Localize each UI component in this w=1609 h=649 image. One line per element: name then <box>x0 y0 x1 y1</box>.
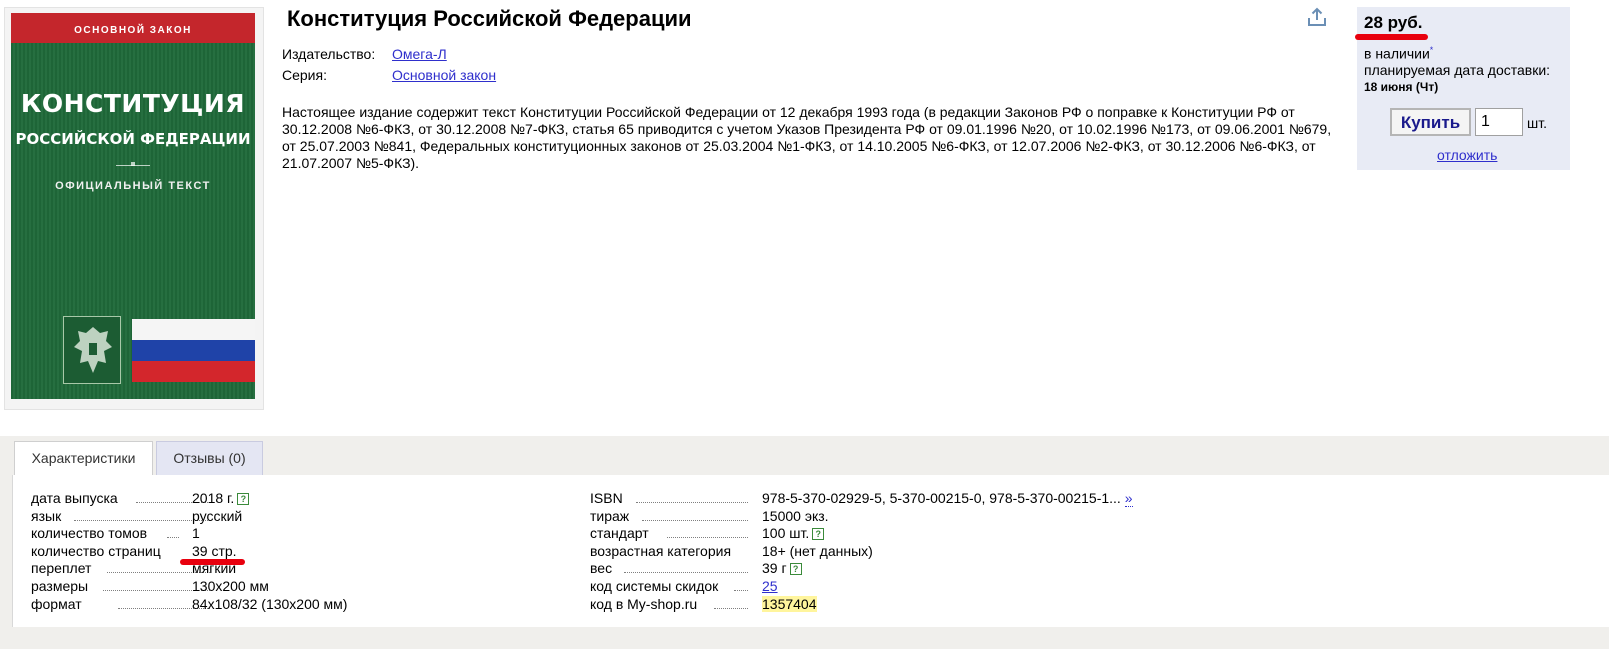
spec-label: формат <box>31 596 82 612</box>
defer-link[interactable]: отложить <box>1437 147 1497 163</box>
delivery-label: планируемая дата доставки: <box>1364 62 1551 78</box>
cover-subtitle: РОССИЙСКОЙ ФЕДЕРАЦИИ <box>15 130 251 148</box>
book-cover-image[interactable]: ОСНОВНОЙ ЗАКОН КОНСТИТУЦИЯ РОССИЙСКОЙ ФЕ… <box>11 13 255 399</box>
tab-reviews[interactable]: Отзывы (0) <box>156 441 263 476</box>
buy-box: 28 руб. в наличии* планируемая дата дост… <box>1355 7 1570 170</box>
spec-row-volumes: количество томов 1 <box>31 525 361 542</box>
spec-value: 25 <box>762 578 778 595</box>
spec-value: 39 стр. <box>192 543 237 559</box>
spec-row-language: язык русский <box>31 508 361 525</box>
spec-row-dimensions: размеры 130x200 мм <box>31 578 361 595</box>
spec-row-weight: вес 39 г? <box>590 560 1150 577</box>
spec-dots <box>74 520 210 521</box>
delivery-date: 18 июня (Чт) <box>1364 80 1439 94</box>
help-icon[interactable]: ? <box>237 493 250 505</box>
cover-official-text: ОФИЦИАЛЬНЫЙ ТЕКСТ <box>55 180 211 192</box>
cover-divider-dot <box>131 162 135 166</box>
spec-label: язык <box>31 508 62 524</box>
spec-label: код в My-shop.ru <box>590 596 698 612</box>
spec-label: возрастная категория <box>590 543 732 559</box>
spec-row-format: формат 84x108/32 (130x200 мм) <box>31 596 361 613</box>
spec-value: 1357404 <box>762 596 817 613</box>
publisher-label: Издательство: <box>282 46 376 62</box>
spec-row-shop-code: код в My-shop.ru 1357404 <box>590 596 1150 613</box>
spec-row-pages: количество страниц 39 стр. <box>31 543 361 560</box>
spec-value: 1 <box>192 525 200 541</box>
series-link[interactable]: Основной закон <box>392 67 496 83</box>
buy-button[interactable]: Купить <box>1390 108 1471 136</box>
availability-status: в наличии* <box>1364 45 1433 62</box>
spec-value: 978-5-370-02929-5, 5-370-00215-0, 978-5-… <box>762 490 1133 507</box>
spec-dots <box>636 502 748 503</box>
spec-label: код системы скидок <box>590 578 719 594</box>
spec-value: 84x108/32 (130x200 мм) <box>192 596 348 612</box>
discount-code-link[interactable]: 25 <box>762 578 778 594</box>
share-icon[interactable] <box>1306 6 1328 28</box>
spec-value: 2018 г.? <box>192 490 250 507</box>
spec-row-print-run: тираж 15000 экз. <box>590 508 1150 525</box>
coat-of-arms-icon <box>63 316 121 384</box>
spec-value: 39 г? <box>762 560 802 577</box>
spec-label: размеры <box>31 578 89 594</box>
spec-value: 100 шт.? <box>762 525 825 542</box>
spec-label: стандарт <box>590 525 649 541</box>
spec-label: количество страниц <box>31 543 161 559</box>
publisher-link[interactable]: Омега-Л <box>392 46 447 62</box>
spec-label: переплет <box>31 560 92 576</box>
spec-dots <box>714 608 748 609</box>
spec-row-discount-code: код системы скидок 25 <box>590 578 1150 595</box>
price: 28 руб. <box>1364 13 1423 32</box>
help-icon[interactable]: ? <box>789 563 802 575</box>
series-row: Серия: Основной закон <box>282 67 496 83</box>
availability-text: в наличии <box>1364 45 1430 62</box>
isbn-more-link[interactable]: » <box>1124 490 1133 507</box>
book-description: Настоящее издание содержит текст Констит… <box>282 104 1332 171</box>
spec-dots <box>642 520 748 521</box>
quantity-input[interactable] <box>1475 108 1523 136</box>
pages-annotation-underline <box>180 559 245 565</box>
spec-dots <box>734 590 748 591</box>
spec-dots <box>667 537 748 538</box>
spec-row-release-date: дата выпуска 2018 г.? <box>31 490 361 507</box>
spec-label: ISBN <box>590 490 623 506</box>
spec-label: вес <box>590 560 613 576</box>
help-icon[interactable]: ? <box>812 528 825 540</box>
availability-footnote-mark[interactable]: * <box>1430 45 1434 55</box>
spec-value: 130x200 мм <box>192 578 269 594</box>
price-annotation-underline <box>1355 34 1428 40</box>
spec-value: русский <box>192 508 243 524</box>
spec-row-standard: стандарт 100 шт.? <box>590 525 1150 542</box>
quantity-unit: шт. <box>1527 115 1547 131</box>
shop-code-value: 1357404 <box>762 596 817 612</box>
spec-value: 15000 экз. <box>762 508 829 524</box>
spec-row-age-category: возрастная категория 18+ (нет данных) <box>590 543 1150 560</box>
russian-flag-icon <box>132 319 255 382</box>
spec-label: дата выпуска <box>31 490 118 506</box>
publisher-row: Издательство: Омега-Л <box>282 46 447 62</box>
spec-dots <box>624 572 748 573</box>
cover-title: КОНСТИТУЦИЯ <box>20 89 246 118</box>
spec-row-isbn: ISBN 978-5-370-02929-5, 5-370-00215-0, 9… <box>590 490 1150 507</box>
cover-top-band: ОСНОВНОЙ ЗАКОН <box>11 13 255 43</box>
spec-dots <box>167 537 179 538</box>
spec-label: количество томов <box>31 525 148 541</box>
tab-characteristics[interactable]: Характеристики <box>14 441 153 476</box>
spec-value: 18+ (нет данных) <box>762 543 873 559</box>
spec-label: тираж <box>590 508 630 524</box>
page-title: Конституция Российской Федерации <box>287 6 692 31</box>
series-label: Серия: <box>282 67 327 83</box>
